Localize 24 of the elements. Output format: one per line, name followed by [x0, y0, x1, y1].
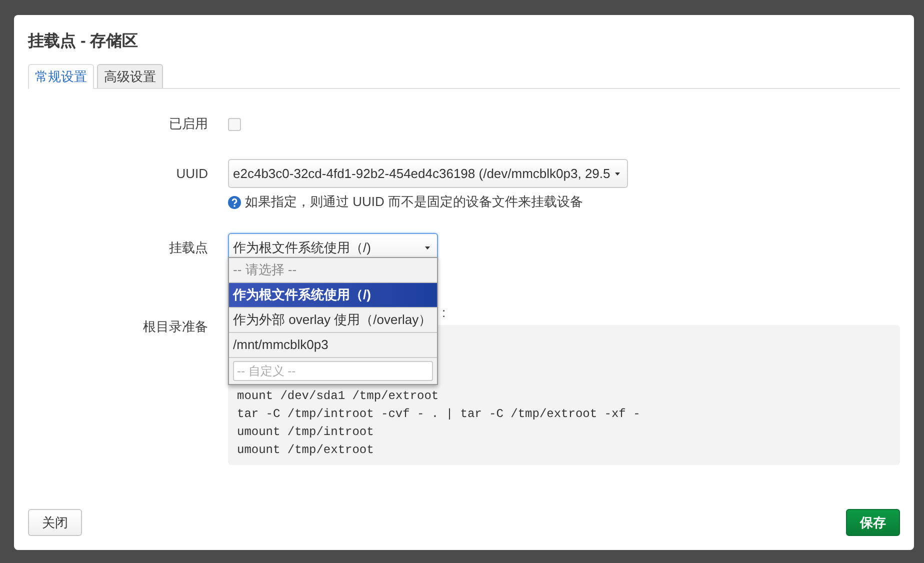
uuid-select[interactable]: e2c4b3c0-32cd-4fd1-92b2-454ed4c36198 (/dev/mmcblk0p3, 29.5	[228, 159, 628, 188]
code-line: umount /tmp/introot	[237, 424, 374, 441]
close-button[interactable]: 关闭	[28, 509, 82, 536]
caret-icon	[424, 246, 431, 250]
custom-input-field[interactable]: -- 自定义 --	[233, 361, 433, 381]
dialog-title: 挂载点 - 存储区	[28, 32, 138, 52]
tab[interactable]: 常规设置	[28, 64, 94, 89]
field-label: 根目录准备	[143, 318, 208, 336]
checkbox[interactable]	[228, 118, 241, 130]
code-line: tar -C /tmp/introot -cvf - . | tar -C /tmp/extroot -xf -	[237, 406, 640, 423]
help-icon	[228, 196, 241, 208]
dropdown-option[interactable]: 作为根文件系统使用（/)	[229, 283, 437, 308]
description-text: :	[442, 306, 446, 320]
code-line: mount /dev/sda1 /tmp/extroot	[237, 388, 439, 405]
field-label: UUID	[176, 166, 208, 181]
save-button[interactable]: 保存	[846, 509, 900, 536]
caret-icon	[614, 172, 621, 176]
code-line: umount /tmp/extroot	[237, 442, 374, 459]
tab[interactable]: 高级设置	[97, 64, 163, 88]
field-label: 已启用	[169, 115, 208, 133]
help-text: 如果指定，则通过 UUID 而不是固定的设备文件来挂载设备	[245, 193, 583, 211]
dropdown-option[interactable]: /mnt/mmcblk0p3	[229, 333, 437, 358]
field-label: 挂载点	[169, 238, 208, 256]
dropdown-option[interactable]: 作为外部 overlay 使用（/overlay）	[229, 308, 437, 333]
